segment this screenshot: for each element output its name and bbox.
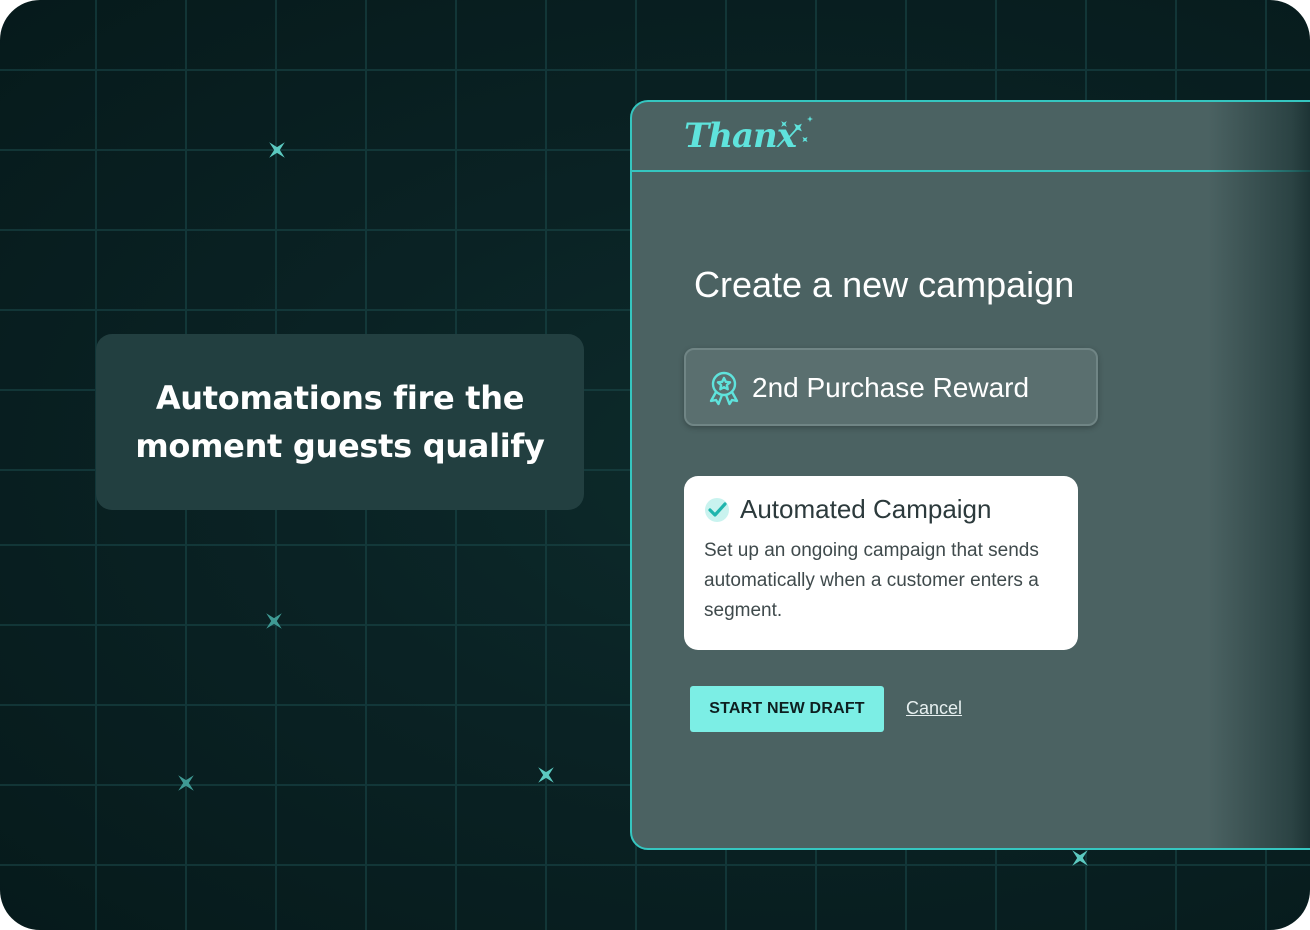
- campaign-name-field[interactable]: 2nd Purchase Reward: [684, 348, 1098, 426]
- dialog-title: Create a new campaign: [694, 264, 1075, 305]
- callout-text: Automations fire the moment guests quali…: [135, 379, 545, 465]
- start-new-draft-button[interactable]: START NEW DRAFT: [690, 686, 884, 732]
- campaign-name-value: 2nd Purchase Reward: [752, 372, 1030, 403]
- sparkle-icon: [269, 142, 285, 158]
- background-canvas: Automations fire the moment guests quali…: [0, 0, 1310, 930]
- sparkle-icon: [538, 767, 554, 783]
- sparkle-icon: [266, 613, 282, 629]
- campaign-dialog: Thanx Create a new campaign 2nd Purchase…: [630, 100, 1310, 850]
- sparkle-icon: [1072, 850, 1088, 866]
- check-circle-icon: [705, 498, 729, 522]
- option-title: Automated Campaign: [740, 494, 992, 524]
- panel-edge-fade: [1208, 102, 1310, 848]
- sparkle-icon: [178, 775, 194, 791]
- cancel-link[interactable]: Cancel: [906, 698, 962, 719]
- automated-campaign-option[interactable]: Automated Campaign Set up an ongoing cam…: [684, 476, 1078, 650]
- feature-callout: Automations fire the moment guests quali…: [96, 334, 584, 510]
- option-description: Set up an ongoing campaign that sends au…: [704, 540, 1039, 621]
- dialog-header: Thanx: [632, 102, 1310, 172]
- logo-sparkles-icon: [781, 116, 813, 143]
- award-icon: [709, 371, 739, 406]
